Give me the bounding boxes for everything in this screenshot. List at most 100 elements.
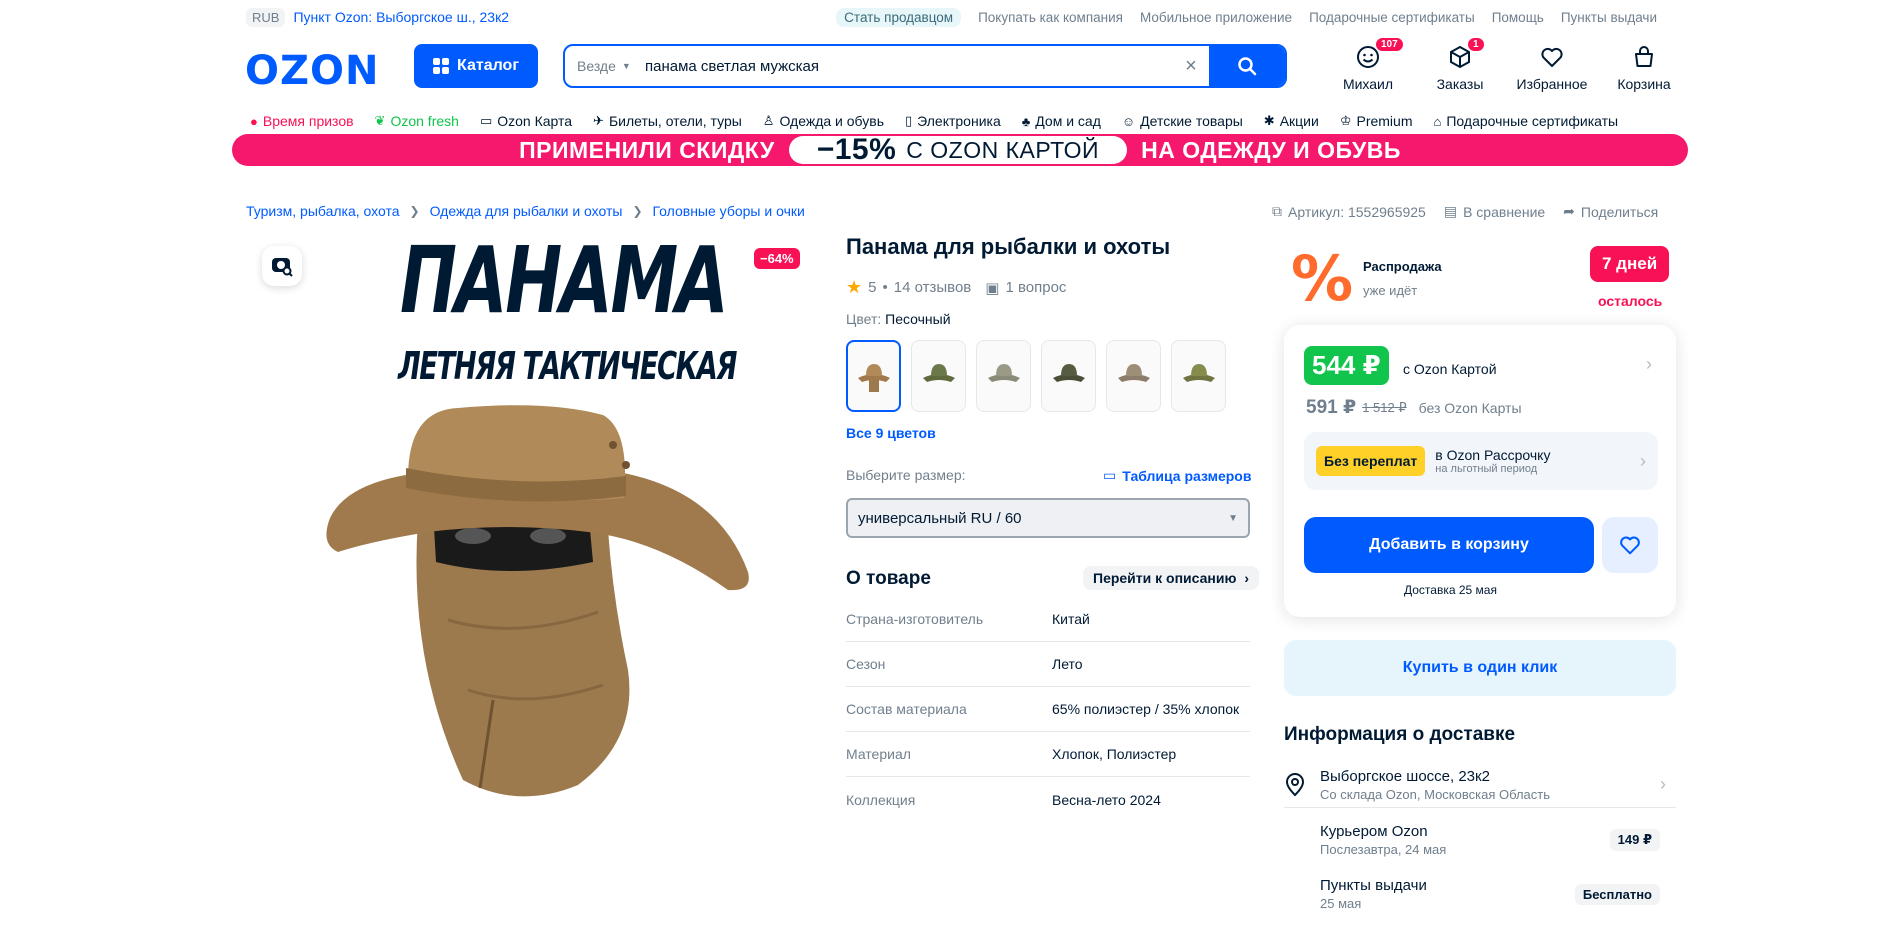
nav-label: Подарочные сертификаты: [1446, 113, 1619, 129]
color-value: Песочный: [885, 311, 951, 327]
spec-key: Материал: [846, 746, 911, 762]
promo-banner[interactable]: ПРИМЕНИЛИ СКИДКУ −15% С OZON КАРТОЙ НА О…: [232, 133, 1688, 166]
spec-row: Состав материала 65% полиэстер / 35% хлоп…: [846, 687, 1250, 732]
orders-button[interactable]: 1 Заказы: [1414, 38, 1506, 92]
color-swatch[interactable]: [846, 340, 901, 412]
courier-price: 149 ₽: [1609, 829, 1660, 851]
size-table-link[interactable]: ▭ Таблица размеров: [1103, 467, 1251, 484]
image-search-button[interactable]: [262, 246, 302, 286]
discount-badge: −64%: [754, 248, 800, 269]
color-swatch[interactable]: [1106, 340, 1161, 412]
banner-right-text: НА ОДЕЖДУ И ОБУВЬ: [1141, 136, 1401, 163]
top-bar-left: RUB Пункт Ozon: Выборгское ш., 23к2: [246, 7, 509, 27]
nav-label: Детские товары: [1140, 113, 1243, 129]
crown-icon: ♔: [1339, 113, 1352, 128]
gift-circle-icon: ●: [250, 113, 258, 129]
regular-price-row: 591 ₽ 1 512 ₽ без Ozon Карты: [1306, 396, 1522, 419]
nav-label: Premium: [1356, 113, 1413, 129]
questions-link[interactable]: 1 вопрос: [1005, 279, 1066, 296]
catalog-button[interactable]: Каталог: [414, 44, 538, 88]
breadcrumb-item[interactable]: Одежда для рыбалки и охоты: [430, 203, 623, 219]
pickup-price: Бесплатно: [1574, 883, 1660, 905]
color-swatch[interactable]: [1041, 340, 1096, 412]
specs-table: Страна-изготовитель Китай Сезон Лето Соста…: [846, 597, 1250, 822]
nav-item-ozon-fresh[interactable]: ❦ Ozon fresh: [375, 113, 459, 129]
favorites-label: Избранное: [1516, 76, 1588, 92]
profile-button[interactable]: 107 Михаил: [1322, 38, 1414, 92]
fresh-icon: ❦: [374, 113, 386, 128]
breadcrumb-item[interactable]: Головные уборы и очки: [653, 203, 805, 219]
cart-button[interactable]: Корзина: [1598, 44, 1690, 92]
color-label-prefix: Цвет:: [846, 311, 882, 327]
search-button[interactable]: [1209, 46, 1285, 86]
ruler-icon: ▭: [1103, 467, 1117, 483]
nav-item-kids[interactable]: ☺ Детские товары: [1122, 113, 1243, 129]
nav-item-home-garden[interactable]: ♣ Дом и сад: [1022, 113, 1101, 129]
business-link[interactable]: Покупать как компания: [978, 10, 1123, 25]
cart-label: Корзина: [1617, 76, 1671, 92]
all-colors-link[interactable]: Все 9 цветов: [846, 425, 936, 441]
nav-item-travel[interactable]: ✈ Билеты, отели, туры: [593, 113, 742, 129]
installment-block[interactable]: Без переплат в Ozon Рассрочку на льготны…: [1304, 432, 1658, 490]
chevron-right-icon: ›: [1244, 570, 1250, 586]
search-scope-dropdown[interactable]: Везде ▼: [565, 46, 637, 86]
spec-value: Лето: [1052, 656, 1083, 672]
chevron-right-icon[interactable]: ›: [1646, 354, 1652, 375]
compare-button[interactable]: ▤ В сравнение: [1444, 203, 1545, 220]
ozon-logo[interactable]: OZON: [245, 48, 380, 94]
article-number[interactable]: ⧉ Артикул: 1552965925: [1272, 203, 1426, 220]
nav-item-ozon-card[interactable]: ▭ Ozon Карта: [480, 113, 572, 129]
clear-search-icon[interactable]: ×: [1173, 55, 1209, 78]
size-select[interactable]: универсальный RU / 60 ▼: [846, 498, 1250, 538]
nav-item-clothes[interactable]: ♙ Одежда и обувь: [763, 113, 884, 129]
no-overpay-badge: Без переплат: [1316, 446, 1426, 476]
mobile-app-link[interactable]: Мобильное приложение: [1140, 10, 1292, 25]
help-link[interactable]: Помощь: [1492, 10, 1544, 25]
add-to-cart-button[interactable]: Добавить в корзину: [1304, 517, 1594, 573]
catalog-label: Каталог: [457, 57, 519, 74]
nav-item-prize-time[interactable]: ● Время призов: [250, 113, 354, 129]
card-price-label: с Ozon Картой: [1403, 361, 1497, 377]
plant-icon: ♣: [1021, 113, 1031, 129]
pickup-points-link[interactable]: Пункты выдачи: [1561, 10, 1657, 25]
go-to-description-label: Перейти к описанию: [1093, 570, 1237, 586]
become-seller-link[interactable]: Стать продавцом: [836, 7, 962, 27]
chevron-right-icon: ›: [1660, 774, 1666, 794]
buy-one-click-button[interactable]: Купить в один клик: [1284, 640, 1676, 696]
add-to-favorites-button[interactable]: [1602, 517, 1658, 573]
nav-item-electronics[interactable]: ▯ Электроника: [905, 113, 1001, 129]
gift-cards-link[interactable]: Подарочные сертификаты: [1309, 10, 1475, 25]
spec-value: Китай: [1052, 611, 1090, 627]
color-swatch[interactable]: [911, 340, 966, 412]
share-button[interactable]: ➦ Поделиться: [1563, 203, 1658, 220]
nav-item-gift-cards[interactable]: ⌂ Подарочные сертификаты: [1434, 113, 1619, 129]
search-bar: Везде ▼ ×: [563, 44, 1287, 88]
color-swatch[interactable]: [976, 340, 1031, 412]
currency-selector[interactable]: RUB: [246, 7, 286, 27]
sale-days-left: осталось: [1598, 293, 1663, 309]
heart-icon: [1541, 47, 1563, 67]
nav-label: Электроника: [917, 113, 1001, 129]
installment-title: в Ozon Рассрочку: [1435, 447, 1551, 463]
spec-value: Весна-лето 2024: [1052, 791, 1161, 808]
search-icon: [1238, 57, 1257, 76]
profile-label: Михаил: [1342, 76, 1394, 92]
location-pin-icon: [1285, 772, 1305, 796]
nav-label: Ozon fresh: [390, 113, 459, 129]
search-input[interactable]: [637, 46, 1173, 86]
pickup-point-link[interactable]: Пункт Ozon: Выборгское ш., 23к2: [293, 9, 509, 25]
camera-search-icon: [272, 258, 293, 277]
chevron-down-icon: ▼: [1228, 512, 1238, 524]
nav-item-promo[interactable]: ✱ Акции: [1264, 113, 1319, 129]
delivery-address-row[interactable]: Выборгское шоссе, 23к2 Со склада Ozon, М…: [1284, 762, 1676, 808]
reviews-link[interactable]: 14 отзывов: [894, 279, 972, 296]
chevron-right-icon: ›: [1640, 450, 1646, 471]
spec-row: Материал Хлопок, Полиэстер: [846, 732, 1250, 777]
spec-row: Коллекция Весна-лето 2024: [846, 777, 1250, 822]
breadcrumb-item[interactable]: Туризм, рыбалка, охота: [246, 203, 400, 219]
favorites-button[interactable]: Избранное: [1506, 44, 1598, 92]
go-to-description-button[interactable]: Перейти к описанию ›: [1083, 566, 1260, 590]
nav-item-premium[interactable]: ♔ Premium: [1340, 113, 1413, 129]
spec-key: Состав материала: [846, 701, 967, 717]
color-swatch[interactable]: [1171, 340, 1226, 412]
